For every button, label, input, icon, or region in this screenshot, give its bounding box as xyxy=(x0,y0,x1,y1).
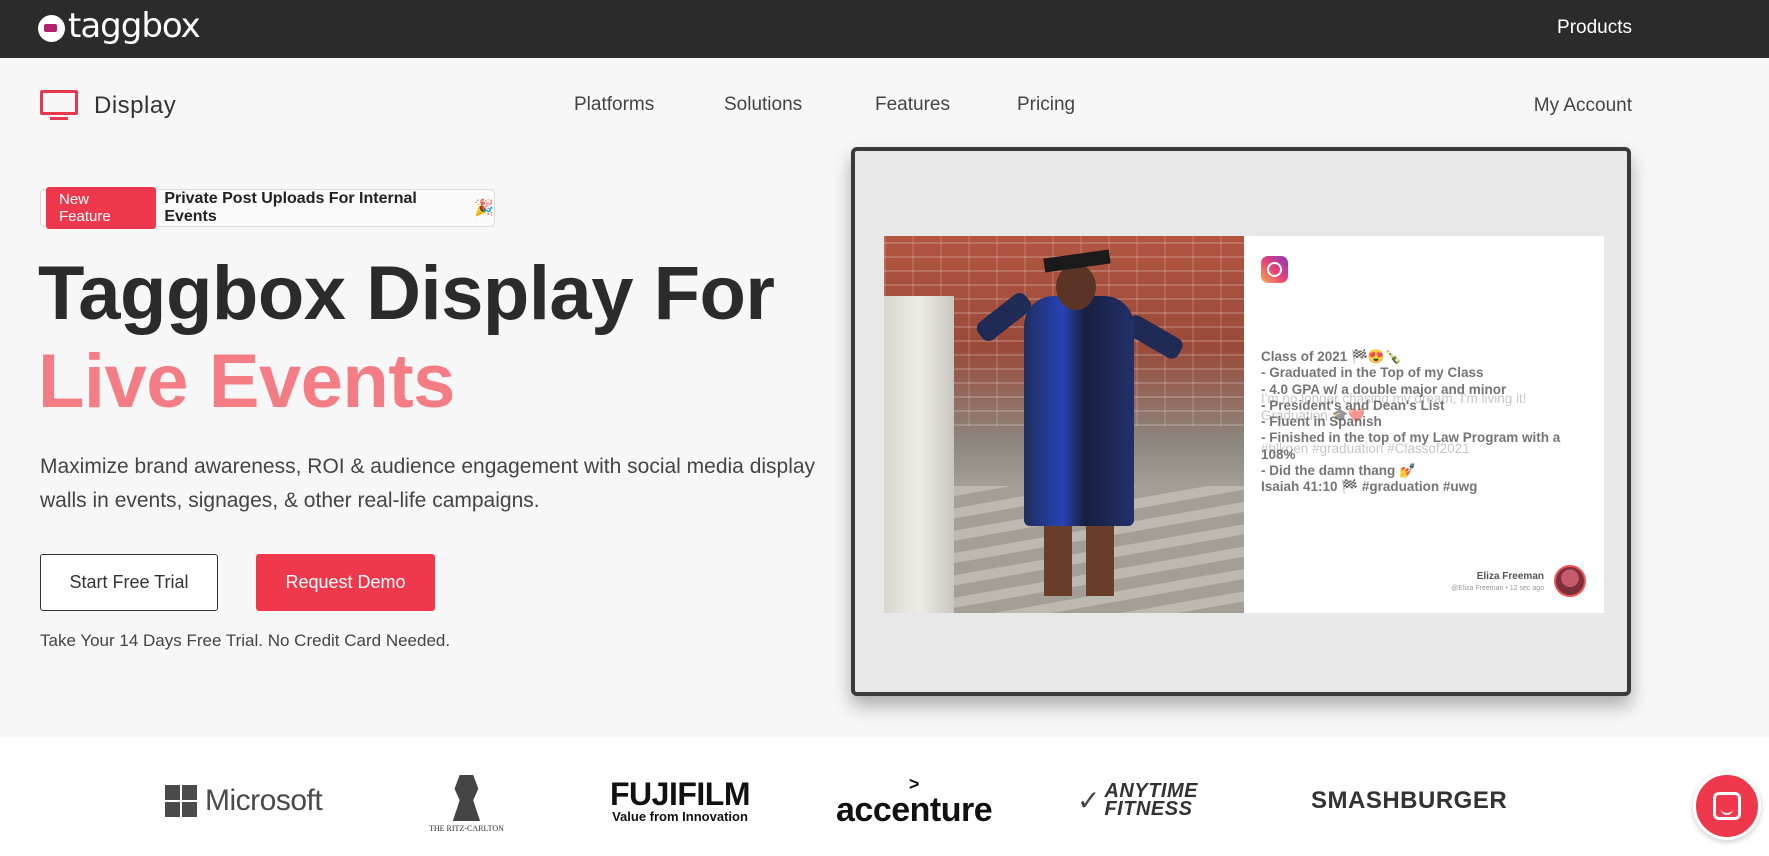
party-popper-icon: 🎉 xyxy=(474,200,494,217)
post-author: Eliza Freeman xyxy=(1476,571,1544,582)
monitor-icon xyxy=(40,90,78,122)
taggbox-logo-text: taggbox xyxy=(68,6,201,46)
post-caption: Class of 2021 🏁😍🍾 - Graduated in the Top… xyxy=(1261,349,1561,495)
hero-title-line2: Live Events xyxy=(38,339,455,424)
smashburger-logo: SMASHBURGER xyxy=(1311,787,1508,814)
display-brand[interactable]: Display xyxy=(40,90,176,122)
main-nav: Display Platforms Solutions Features Pri… xyxy=(0,58,1769,138)
taggbox-logo[interactable]: taggbox xyxy=(38,6,201,46)
post-photo xyxy=(884,236,1244,613)
running-man-icon: ✓ xyxy=(1077,784,1101,816)
taggbox-logo-icon xyxy=(38,14,65,42)
avatar xyxy=(1554,565,1586,597)
social-post-card: I'm no longer chasing my dream, I'm livi… xyxy=(884,236,1604,613)
display-brand-label: Display xyxy=(94,92,177,119)
hero-description: Maximize brand awareness, ROI & audience… xyxy=(40,455,816,512)
post-author-meta: @Eliza Freeman • 12 sec ago xyxy=(1451,585,1544,592)
top-bar: taggbox Products xyxy=(0,0,1769,58)
post-text-panel: I'm no longer chasing my dream, I'm livi… xyxy=(1244,236,1604,613)
nav-item-pricing[interactable]: Pricing xyxy=(1017,94,1075,116)
nav-item-platforms[interactable]: Platforms xyxy=(574,94,654,116)
chat-widget-button[interactable] xyxy=(1693,772,1761,840)
chat-icon xyxy=(1713,792,1741,820)
hero-title-line1: Taggbox Display For xyxy=(38,251,775,336)
nav-item-features[interactable]: Features xyxy=(875,94,950,116)
fujifilm-logo: FUJIFILM Value from Innovation xyxy=(610,776,750,824)
my-account-link[interactable]: My Account xyxy=(1534,95,1632,117)
products-link[interactable]: Products xyxy=(1557,17,1632,39)
lion-crest-icon xyxy=(452,775,481,821)
request-demo-button[interactable]: Request Demo xyxy=(256,554,435,611)
nav-item-solutions[interactable]: Solutions xyxy=(724,94,802,116)
new-feature-text: Private Post Uploads For Internal Events xyxy=(164,190,417,225)
client-logos: Microsoft THE RITZ-CARLTON FUJIFILM Valu… xyxy=(0,737,1769,856)
microsoft-logo: Microsoft xyxy=(165,784,323,818)
instagram-icon xyxy=(1261,256,1288,283)
new-feature-badge: New Feature xyxy=(46,187,157,229)
accenture-logo: > accenture xyxy=(836,774,993,829)
display-screen-mockup: I'm no longer chasing my dream, I'm livi… xyxy=(851,147,1631,696)
start-free-trial-button[interactable]: Start Free Trial xyxy=(40,554,218,611)
ritz-carlton-logo: THE RITZ-CARLTON xyxy=(429,775,504,833)
new-feature-banner[interactable]: New Feature Private Post Uploads For Int… xyxy=(40,187,495,229)
trial-note: Take Your 14 Days Free Trial. No Credit … xyxy=(40,631,451,650)
anytime-fitness-logo: ✓ ANYTIME FITNESS xyxy=(1077,780,1198,820)
